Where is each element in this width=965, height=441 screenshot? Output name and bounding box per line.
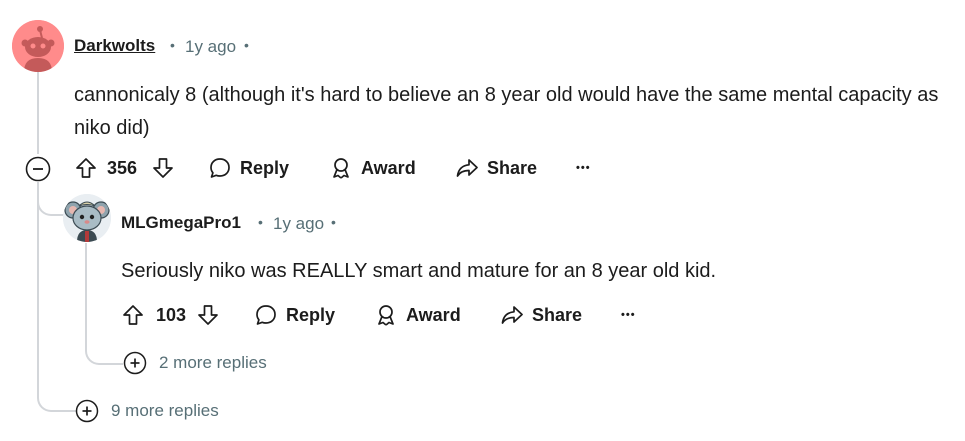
comment-share-label: Share	[487, 157, 538, 178]
thread-line-main[interactable]	[37, 72, 39, 154]
reply-time[interactable]: 1y ago	[273, 214, 324, 234]
reply-reply-label: Reply	[286, 304, 336, 325]
thread-line-reply[interactable]	[85, 243, 87, 348]
reply-vote-count: 103	[156, 305, 187, 325]
comment-time[interactable]: 1y ago	[185, 37, 236, 57]
reply-separator: •	[258, 214, 263, 230]
comment-body: cannonicaly 8 (although it's hard to bel…	[74, 84, 939, 139]
expand-icon	[123, 351, 147, 375]
reply-icon	[210, 158, 230, 178]
reply-share-label: Share	[532, 304, 583, 325]
comment-vote-count: 356	[107, 158, 138, 178]
expand-icon	[75, 399, 99, 423]
award-icon	[378, 305, 394, 326]
downvote-icon	[153, 158, 173, 178]
share-icon	[456, 159, 478, 177]
thread-line-main-lower[interactable]	[37, 182, 39, 394]
reply-more-replies-link[interactable]: 2 more replies	[123, 351, 267, 375]
share-icon	[501, 306, 523, 324]
collapse-icon	[25, 156, 51, 182]
comment-award-label: Award	[361, 157, 416, 178]
reply-time-trailing: •	[331, 214, 336, 230]
reply-body: Seriously niko was REALLY smart and matu…	[121, 260, 717, 282]
reply-reply-button[interactable]: Reply	[254, 303, 335, 327]
mascot-avatar[interactable]	[63, 194, 111, 242]
reply-award-label: Award	[406, 304, 461, 325]
upvote-icon	[123, 305, 143, 325]
thread-curve-reply	[85, 335, 123, 365]
reply-more-replies-label: 2 more replies	[159, 353, 267, 372]
upvote-icon	[76, 158, 96, 178]
downvote-icon	[198, 305, 218, 325]
comment-separator: •	[170, 37, 175, 53]
comment-share-button[interactable]: Share	[455, 156, 537, 180]
comment-more-replies-link[interactable]: 9 more replies	[75, 399, 219, 423]
reply-icon	[256, 305, 276, 325]
reply-upvote-button[interactable]	[121, 303, 145, 327]
award-icon	[333, 158, 349, 179]
comment-username[interactable]: Darkwolts	[74, 36, 155, 56]
reply-more-button[interactable]: •••	[621, 303, 636, 327]
comment-time-trailing: •	[244, 37, 249, 53]
snoo-avatar[interactable]	[12, 20, 64, 72]
reply-share-button[interactable]: Share	[500, 303, 582, 327]
comment-award-button[interactable]: Award	[329, 156, 416, 180]
comment-more-replies-label: 9 more replies	[111, 401, 219, 420]
collapse-button[interactable]	[25, 156, 51, 182]
thread-curve-reply-branch	[37, 190, 65, 216]
thread-curve-main	[37, 378, 79, 412]
upvote-button[interactable]	[74, 156, 98, 180]
comment-reply-button[interactable]: Reply	[208, 156, 289, 180]
reply-award-button[interactable]: Award	[374, 303, 461, 327]
comment-more-button[interactable]: •••	[576, 156, 591, 180]
downvote-button[interactable]	[151, 156, 175, 180]
reply-username[interactable]: MLGmegaPro1	[121, 213, 241, 233]
reply-downvote-button[interactable]	[196, 303, 220, 327]
comment-reply-label: Reply	[240, 157, 290, 178]
